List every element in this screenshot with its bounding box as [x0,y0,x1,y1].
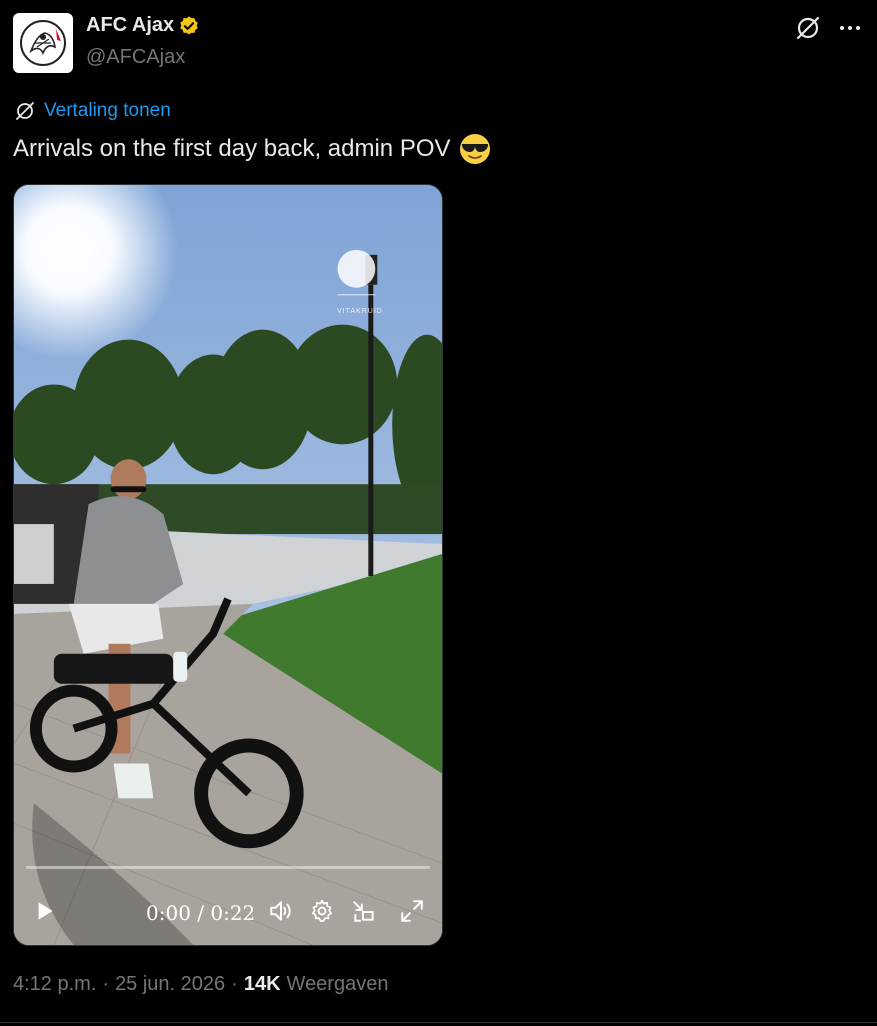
translate-link[interactable]: Vertaling tonen [14,100,171,122]
views-label: Weergaven [286,973,389,995]
tweet-date[interactable]: 25 jun. 2026 [115,973,225,996]
tweet-text: Arrivals on the first day back, admin PO… [13,133,491,165]
settings-button[interactable] [306,891,338,931]
video-frame [14,185,442,945]
video-controls: 0:00 / 0:22 [14,891,442,931]
translate-label[interactable]: Vertaling tonen [44,100,171,122]
settings-icon [311,899,333,922]
meta-separator: · [231,973,238,995]
avatar[interactable] [13,13,73,73]
tweet-text-content: Arrivals on the first day back, admin PO… [13,135,451,162]
fullscreen-icon [401,900,423,922]
author-handle[interactable]: @AFCAjax [86,46,185,69]
author-display-name[interactable]: AFC Ajax [86,14,200,37]
play-icon [38,902,53,920]
author-name-text[interactable]: AFC Ajax [86,14,174,37]
fullscreen-button[interactable] [396,891,428,931]
grok-icon [16,102,34,120]
tweet-time[interactable]: 4:12 p.m. [13,973,96,996]
watermark-text: VITAKRUID [337,308,383,315]
volume-button[interactable] [265,891,297,931]
dock-icon [353,901,374,922]
meta-separator: · [102,973,110,995]
play-button[interactable] [28,891,60,931]
video-time: 0:00 / 0:22 [146,901,256,925]
ajax-crest-icon [20,20,66,66]
grok-icon[interactable] [794,14,822,42]
video-progress-bar[interactable] [26,866,430,869]
sunglasses-emoji-icon [459,134,490,164]
video-player[interactable]: VITAKRUID 0:00 / 0:22 [13,184,443,946]
views-count: 14K [243,973,281,995]
volume-icon [270,901,291,921]
verified-badge-icon [180,15,198,35]
tweet-meta: 4:12 p.m. · 25 jun. 2026 · 14K Weergaven [13,973,388,996]
dock-button[interactable] [348,891,380,931]
divider [0,1022,877,1023]
more-icon[interactable] [836,14,864,42]
